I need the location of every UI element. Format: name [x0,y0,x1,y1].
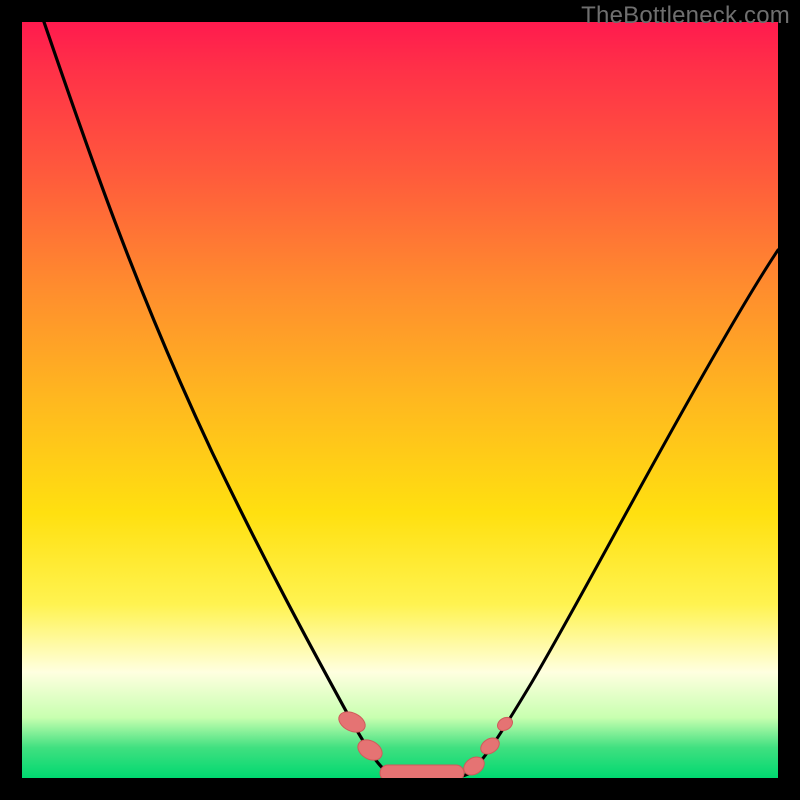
marker-group [335,708,514,778]
marker-bead [354,736,386,765]
marker-capsule [380,765,464,778]
outer-frame: TheBottleneck.com [0,0,800,800]
watermark-text: TheBottleneck.com [581,2,790,30]
marker-bead [335,708,368,736]
curve-layer [22,22,778,778]
right-curve [468,250,778,774]
left-curve [44,22,385,770]
plot-area [22,22,778,778]
